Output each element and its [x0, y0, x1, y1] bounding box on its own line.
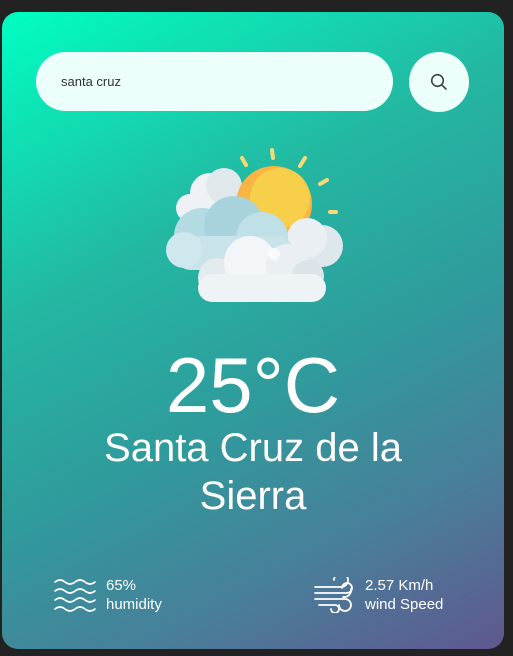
humidity-value: 65%: [106, 577, 137, 594]
search-button[interactable]: [409, 52, 469, 112]
wind-label: wind Speed: [365, 596, 444, 613]
waves-icon: [54, 579, 96, 612]
weather-card: 25°C Santa Cruz de la Sierra 65% humidit…: [2, 12, 504, 649]
wind-value: 2.57 Km/h: [365, 577, 434, 594]
wind-stat: 2.57 Km/h wind Speed: [313, 576, 443, 614]
search-input[interactable]: [36, 52, 393, 111]
humidity-stat: 65% humidity: [54, 576, 162, 614]
city-name: Santa Cruz de la Sierra: [104, 426, 402, 518]
search-icon: [430, 73, 447, 90]
temperature: 25°C: [165, 341, 341, 429]
humidity-label: humidity: [106, 596, 162, 613]
wind-icon: [314, 577, 353, 613]
partly-cloudy-sun-icon: [166, 148, 343, 302]
